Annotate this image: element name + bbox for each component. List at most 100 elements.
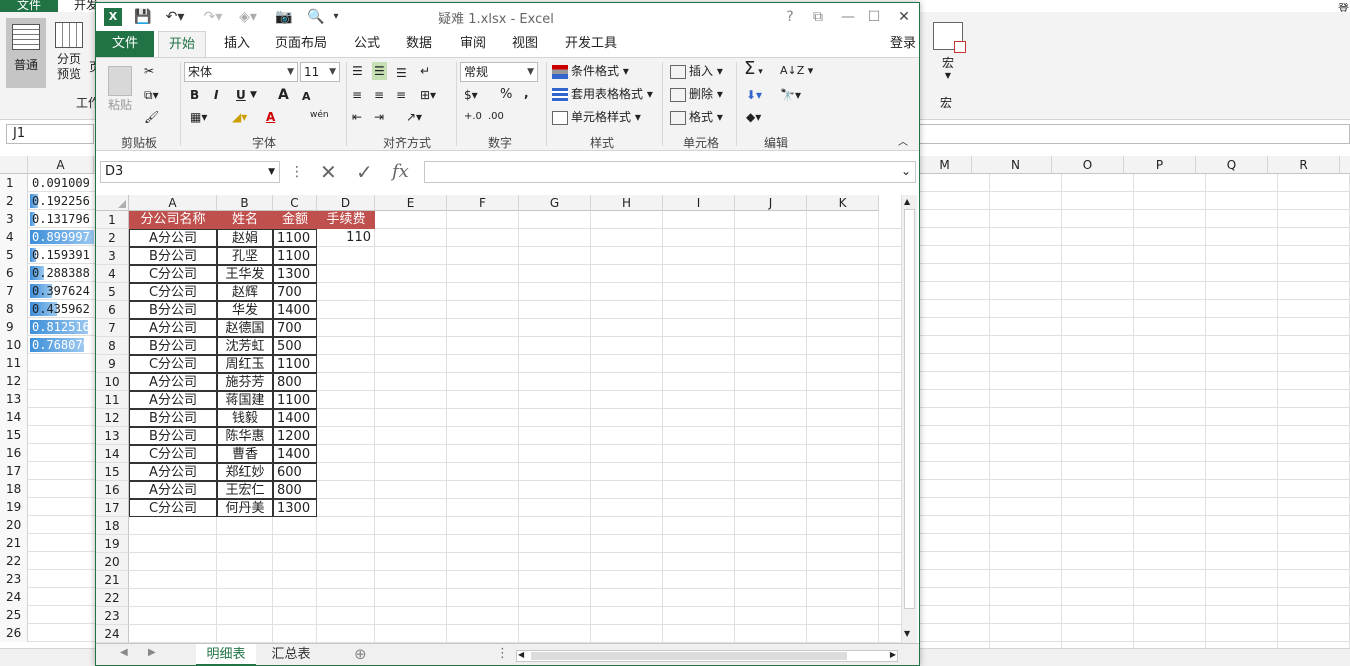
bg-row-number[interactable]: 3 (0, 210, 28, 228)
cell[interactable]: B分公司 (129, 247, 217, 265)
bg-col-q[interactable]: Q (1196, 156, 1268, 174)
column-header[interactable]: I (663, 195, 735, 211)
vertical-scrollbar[interactable]: ▲ ▼ (901, 195, 917, 643)
cell[interactable]: 孔坚 (217, 247, 273, 265)
cell[interactable]: 王宏仁 (217, 481, 273, 499)
cell[interactable]: 1300 (273, 265, 317, 283)
row-header[interactable]: 11 (96, 391, 129, 409)
underline-button[interactable]: U (236, 86, 246, 104)
bg-row-number[interactable]: 16 (0, 444, 28, 462)
tab-view[interactable]: 视图 (502, 31, 548, 57)
name-box[interactable]: D3 ▼ (100, 161, 280, 183)
column-header[interactable]: B (217, 195, 273, 211)
row-header[interactable]: 16 (96, 481, 129, 499)
tab-home[interactable]: 开始 (158, 31, 206, 57)
row-header[interactable]: 23 (96, 607, 129, 625)
cell[interactable]: 蒋国建 (217, 391, 273, 409)
paste-button[interactable]: 粘贴 (104, 64, 136, 124)
camera-icon[interactable]: 📷 (274, 8, 294, 26)
row-header[interactable]: 2 (96, 229, 129, 247)
border-icon[interactable]: ▦▾ (190, 108, 207, 126)
cell[interactable]: 施芬芳 (217, 373, 273, 391)
cell[interactable]: A分公司 (129, 463, 217, 481)
row-header[interactable]: 21 (96, 571, 129, 589)
row-header[interactable]: 14 (96, 445, 129, 463)
align-bottom-icon[interactable]: ☰ (396, 64, 407, 82)
minimize-icon[interactable]: — (836, 7, 860, 27)
cell[interactable]: 700 (273, 283, 317, 301)
bg-cell-value[interactable]: 0.131796 (30, 211, 94, 227)
fill-color-icon[interactable]: ◢▾ (232, 108, 247, 126)
fill-icon[interactable]: ⬇▾ (746, 86, 762, 104)
row-header[interactable]: 9 (96, 355, 129, 373)
tab-formulas[interactable]: 公式 (344, 31, 390, 57)
decrease-decimal-icon[interactable]: .00 (488, 108, 504, 126)
chevron-down-icon[interactable]: ▼ (250, 86, 257, 104)
formula-input[interactable]: ⌄ (424, 161, 916, 183)
column-header[interactable]: F (447, 195, 519, 211)
tab-review[interactable]: 审阅 (450, 31, 496, 57)
cell[interactable]: A分公司 (129, 229, 217, 247)
cell[interactable]: A分公司 (129, 319, 217, 337)
table-format-button[interactable]: 套用表格格式 ▾ (552, 85, 653, 103)
bg-cell-value[interactable] (30, 355, 94, 371)
bg-cell-value[interactable] (30, 373, 94, 389)
next-sheet-icon[interactable]: ▶ (148, 647, 156, 658)
undo-icon[interactable]: ↶▾ (162, 8, 188, 26)
bg-macro-button[interactable]: 宏 ▼ (928, 22, 968, 80)
bg-cell-value[interactable] (30, 427, 94, 443)
bg-cell-value[interactable] (30, 409, 94, 425)
bg-file-tab[interactable]: 文件 (0, 0, 58, 12)
clear-icon[interactable]: ◆▾ (746, 108, 761, 126)
cell[interactable]: A分公司 (129, 481, 217, 499)
cell[interactable]: C分公司 (129, 445, 217, 463)
column-header[interactable]: J (735, 195, 807, 211)
tab-insert[interactable]: 插入 (214, 31, 260, 57)
currency-icon[interactable]: $▾ (464, 86, 478, 104)
column-header[interactable]: H (591, 195, 663, 211)
bg-row-number[interactable]: 24 (0, 588, 28, 606)
bg-formula-bar[interactable] (918, 124, 1350, 144)
h-scroll-thumb[interactable] (531, 652, 847, 660)
cell[interactable]: 何丹美 (217, 499, 273, 517)
font-name-select[interactable]: 宋体 ▼ (184, 62, 298, 82)
align-center-icon[interactable]: ≡ (374, 86, 384, 104)
cell[interactable]: 钱毅 (217, 409, 273, 427)
bg-row-number[interactable]: 1 (0, 174, 28, 192)
row-header[interactable]: 6 (96, 301, 129, 319)
cell[interactable]: 800 (273, 373, 317, 391)
increase-decimal-icon[interactable]: +.0 (464, 108, 482, 126)
row-header[interactable]: 17 (96, 499, 129, 517)
row-header[interactable]: 12 (96, 409, 129, 427)
cell[interactable]: 赵德国 (217, 319, 273, 337)
sheet-tab-detail[interactable]: 明细表 (196, 644, 256, 666)
percent-button[interactable]: % (500, 86, 512, 104)
bg-row-number[interactable]: 17 (0, 462, 28, 480)
insert-function-icon[interactable]: fx (392, 161, 409, 183)
tab-developer[interactable]: 开发工具 (556, 31, 626, 57)
delete-cells-button[interactable]: 删除 ▾ (670, 85, 723, 103)
cell[interactable]: 华发 (217, 301, 273, 319)
bg-page-break-view-button[interactable]: 分页 预览 (50, 22, 88, 82)
row-header[interactable]: 18 (96, 517, 129, 535)
bg-cell-value[interactable] (30, 571, 94, 587)
cell[interactable]: 1100 (273, 391, 317, 409)
bg-cell-value[interactable]: 0.159391 (30, 247, 94, 263)
cell[interactable]: 1300 (273, 499, 317, 517)
row-header[interactable]: 22 (96, 589, 129, 607)
decrease-indent-icon[interactable]: ⇤ (352, 108, 362, 126)
cell[interactable]: 沈芳虹 (217, 337, 273, 355)
bg-col-m[interactable]: M (918, 156, 972, 174)
bg-cell-value[interactable] (30, 445, 94, 461)
conditional-format-button[interactable]: 条件格式 ▾ (552, 62, 629, 80)
cell[interactable]: 1200 (273, 427, 317, 445)
bg-cell-value[interactable] (30, 607, 94, 623)
cell[interactable]: 110 (317, 229, 375, 247)
align-right-icon[interactable]: ≡ (396, 86, 406, 104)
row-header[interactable]: 24 (96, 625, 129, 643)
bg-row-number[interactable]: 13 (0, 390, 28, 408)
bg-col-r[interactable]: R (1268, 156, 1340, 174)
bg-row-number[interactable]: 4 (0, 228, 28, 246)
bg-cell-value[interactable] (30, 391, 94, 407)
bg-col-o[interactable]: O (1052, 156, 1124, 174)
